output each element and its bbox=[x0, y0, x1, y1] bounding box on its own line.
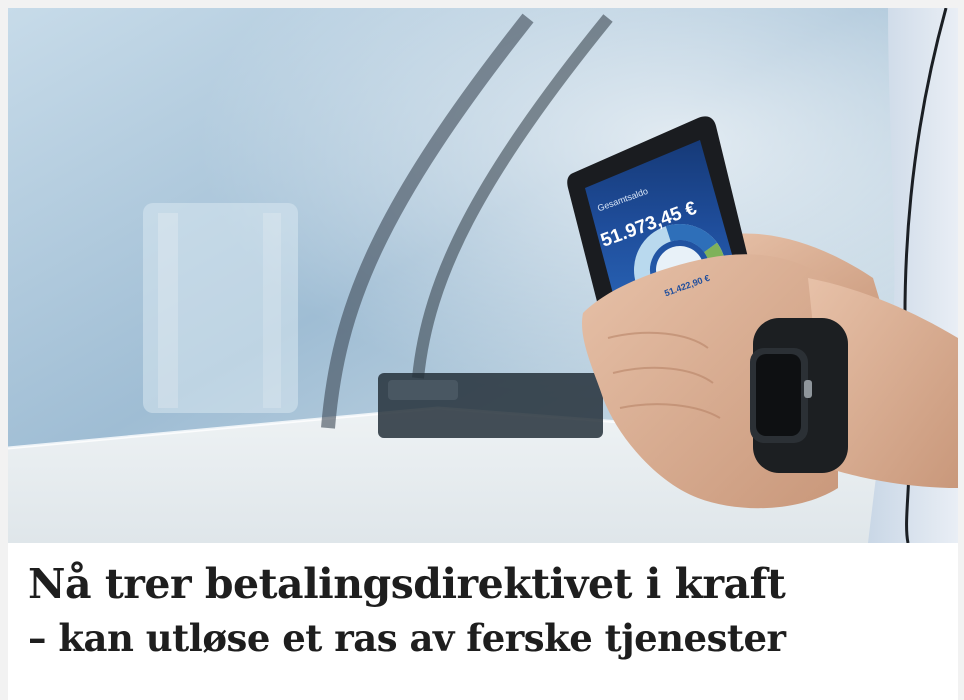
headline-line-1: Nå trer betalingsdirektivet i kraft bbox=[28, 560, 786, 608]
hero-image: Gesamtsaldo 51.973,45 € 51.422,90 € bbox=[8, 8, 958, 543]
article-headline[interactable]: Nå trer betalingsdirektivet i kraft – ka… bbox=[28, 556, 948, 664]
article-card[interactable]: Gesamtsaldo 51.973,45 € 51.422,90 € Nå t… bbox=[8, 8, 958, 700]
wristwatch bbox=[750, 318, 848, 473]
hero-photo-illustration bbox=[8, 8, 958, 543]
headline-line-2: – kan utløse et ras av ferske tjenester bbox=[28, 616, 786, 660]
